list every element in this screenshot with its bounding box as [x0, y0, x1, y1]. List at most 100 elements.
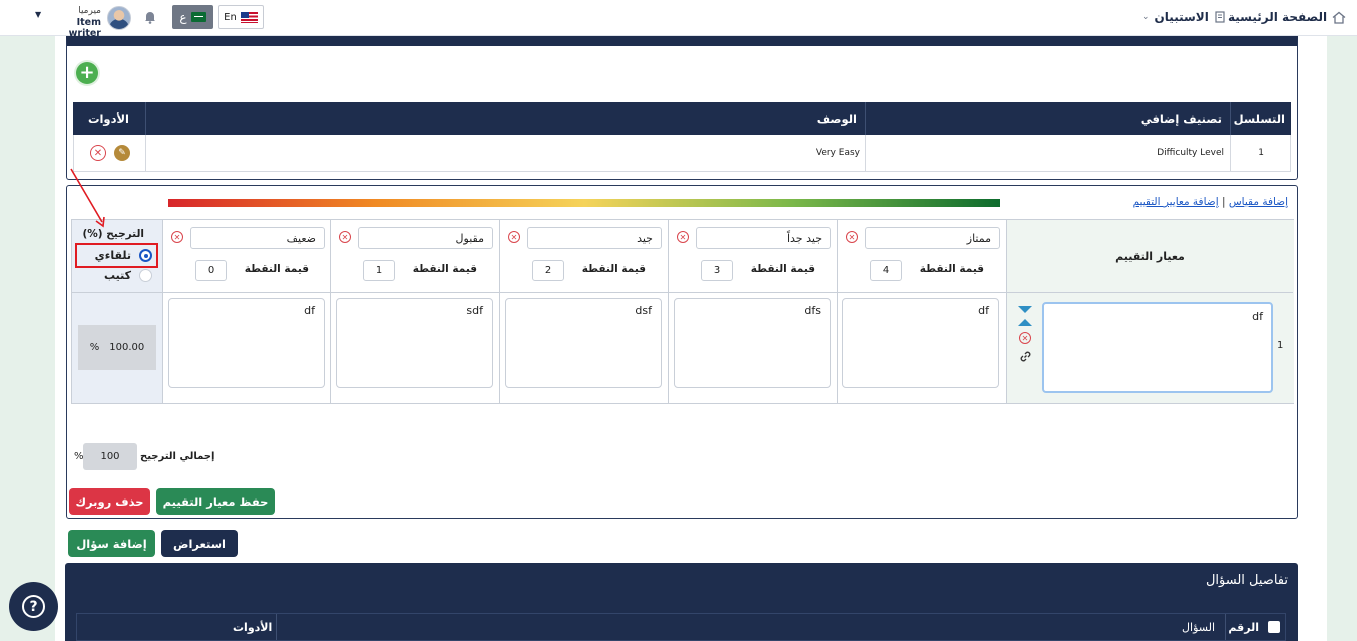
weight-unit: %	[89, 342, 100, 353]
select-all-checkbox[interactable]	[1268, 621, 1280, 633]
level-name-input[interactable]: ضعيف	[190, 227, 325, 249]
level-header-weak: ✕ ضعيف 0 قيمة النقطة	[163, 220, 331, 293]
level-desc-acceptable[interactable]: sdf	[336, 298, 493, 388]
user-menu-caret-icon[interactable]: ▼	[35, 10, 41, 19]
sa-flag-icon	[190, 12, 206, 22]
criteria-header: معيار التقييم	[1115, 250, 1185, 263]
preview-button[interactable]: استعراض	[161, 530, 238, 557]
level-desc-good[interactable]: dsf	[505, 298, 662, 388]
remove-level-icon[interactable]: ✕	[171, 231, 183, 243]
points-label: قيمة النقطة	[750, 263, 815, 275]
lang-en-button[interactable]: En	[218, 5, 264, 29]
level-name-input[interactable]: جيد	[527, 227, 662, 249]
question-table-header: الرقم السؤال الأدوات	[76, 613, 1286, 641]
level-desc-very-good[interactable]: dfs	[674, 298, 831, 388]
question-details-title: تفاصيل السؤال	[1205, 573, 1288, 588]
points-label: قيمة النقطة	[244, 263, 309, 275]
level-points-input[interactable]: 0	[195, 260, 227, 281]
help-button[interactable]: ?	[9, 582, 58, 631]
row-serial: 1	[1258, 148, 1264, 158]
nav-home[interactable]: الصفحة الرئيسية	[1228, 10, 1346, 24]
weight-auto-label: تلقاءي	[94, 249, 131, 262]
level-desc-excellent[interactable]: df	[842, 298, 999, 388]
col-tools: الأدوات	[87, 111, 129, 126]
save-rubric-button[interactable]: حفظ معيار التقييم	[156, 488, 275, 515]
table-row: ✕ ✎ Very Easy Difficulty Level 1	[73, 135, 1291, 172]
col-extra-class: تصنيف إضافي	[1140, 111, 1222, 126]
lang-ar-button[interactable]: ع	[172, 5, 213, 29]
row-extra-class: Difficulty Level	[1157, 148, 1224, 158]
home-label: الصفحة الرئيسية	[1228, 10, 1328, 24]
weight-manual-option[interactable]: كتيب	[75, 269, 158, 282]
lang-ar-label: ع	[179, 10, 187, 24]
rubric-gradient-bar	[168, 199, 1000, 207]
level-name-input[interactable]: جيد جداً	[696, 227, 831, 249]
weight-auto-radio[interactable]	[139, 249, 152, 262]
add-question-button[interactable]: إضافة سؤال	[68, 530, 155, 557]
criteria-weight-field[interactable]: % 100.00	[78, 325, 156, 370]
criteria-row-controls: ✕	[1018, 306, 1032, 363]
weight-manual-radio[interactable]	[139, 269, 152, 282]
links-separator: |	[1221, 196, 1226, 208]
level-header-excellent: ✕ ممتاز 4 قيمة النقطة	[838, 220, 1006, 293]
weight-value: 100.00	[109, 342, 145, 353]
remove-criteria-icon[interactable]: ✕	[1019, 332, 1031, 344]
level-points-input[interactable]: 4	[870, 260, 902, 281]
level-points-input[interactable]: 3	[701, 260, 733, 281]
move-down-icon[interactable]	[1018, 306, 1032, 313]
add-classification-button[interactable]: +	[76, 62, 98, 84]
right-gutter	[1327, 36, 1357, 641]
user-name: ميرميا	[78, 6, 101, 16]
level-points-input[interactable]: 1	[363, 260, 395, 281]
remove-level-icon[interactable]: ✕	[339, 231, 351, 243]
link-icon[interactable]	[1019, 350, 1032, 363]
level-desc-weak[interactable]: df	[168, 298, 325, 388]
remove-level-icon[interactable]: ✕	[846, 231, 858, 243]
remove-level-icon[interactable]: ✕	[508, 231, 520, 243]
criteria-text-input[interactable]: df	[1042, 302, 1273, 393]
row-description: Very Easy	[815, 148, 860, 158]
lang-en-label: En	[224, 11, 237, 23]
survey-label: الاستبيان	[1154, 10, 1209, 24]
points-label: قيمة النقطة	[412, 263, 477, 275]
total-weight-label: إجمالي الترجيح	[140, 451, 215, 462]
level-header-good: ✕ جيد 2 قيمة النقطة	[500, 220, 668, 293]
nav-survey-menu[interactable]: ⌄ الاستبيان	[1142, 10, 1226, 24]
classification-table-header: الأدوات الوصف تصنيف إضافي التسلسل	[73, 102, 1291, 135]
chevron-down-icon: ⌄	[1142, 12, 1150, 22]
level-header-acceptable: ✕ مقبول 1 قيمة النقطة	[331, 220, 499, 293]
points-label: قيمة النقطة	[581, 263, 646, 275]
weight-auto-option[interactable]: تلقاءي	[75, 243, 158, 268]
delete-icon[interactable]: ✕	[90, 145, 106, 161]
criteria-row-index: 1	[1277, 340, 1284, 351]
annotation-arrow-icon	[70, 168, 105, 228]
edit-icon[interactable]: ✎	[114, 145, 130, 161]
us-flag-icon	[240, 11, 258, 23]
level-name-input[interactable]: مقبول	[358, 227, 493, 249]
bell-icon[interactable]	[143, 9, 157, 27]
weight-manual-label: كتيب	[103, 269, 131, 282]
left-gutter	[0, 36, 55, 641]
col-tools: الأدوات	[233, 621, 273, 634]
home-icon	[1332, 11, 1346, 24]
rubric-grid: (%) الترجيح تلقاءي كتيب معيار التقييم ✕ …	[71, 219, 1294, 404]
points-label: قيمة النقطة	[919, 263, 984, 275]
col-question: السؤال	[1182, 621, 1215, 634]
move-up-icon[interactable]	[1018, 319, 1032, 326]
add-criteria-link[interactable]: إضافة معايير التقييم	[1133, 196, 1219, 208]
delete-rubric-button[interactable]: حذف روبرك	[69, 488, 150, 515]
user-info[interactable]: ميرميا Item writer	[49, 6, 101, 39]
col-serial: التسلسل	[1233, 111, 1285, 126]
avatar[interactable]	[107, 6, 131, 30]
col-number: الرقم	[1228, 621, 1259, 634]
total-weight-unit: %	[74, 451, 84, 462]
total-weight-value: 100	[83, 443, 137, 470]
level-name-input[interactable]: ممتاز	[865, 227, 1000, 249]
add-scale-link[interactable]: إضافة مقياس	[1229, 196, 1288, 208]
rubric-links: إضافة مقياس | إضافة معايير التقييم	[1118, 196, 1288, 208]
survey-icon	[1215, 11, 1225, 23]
level-header-very-good: ✕ جيد جداً 3 قيمة النقطة	[669, 220, 837, 293]
question-mark-icon: ?	[22, 595, 45, 618]
level-points-input[interactable]: 2	[532, 260, 564, 281]
remove-level-icon[interactable]: ✕	[677, 231, 689, 243]
